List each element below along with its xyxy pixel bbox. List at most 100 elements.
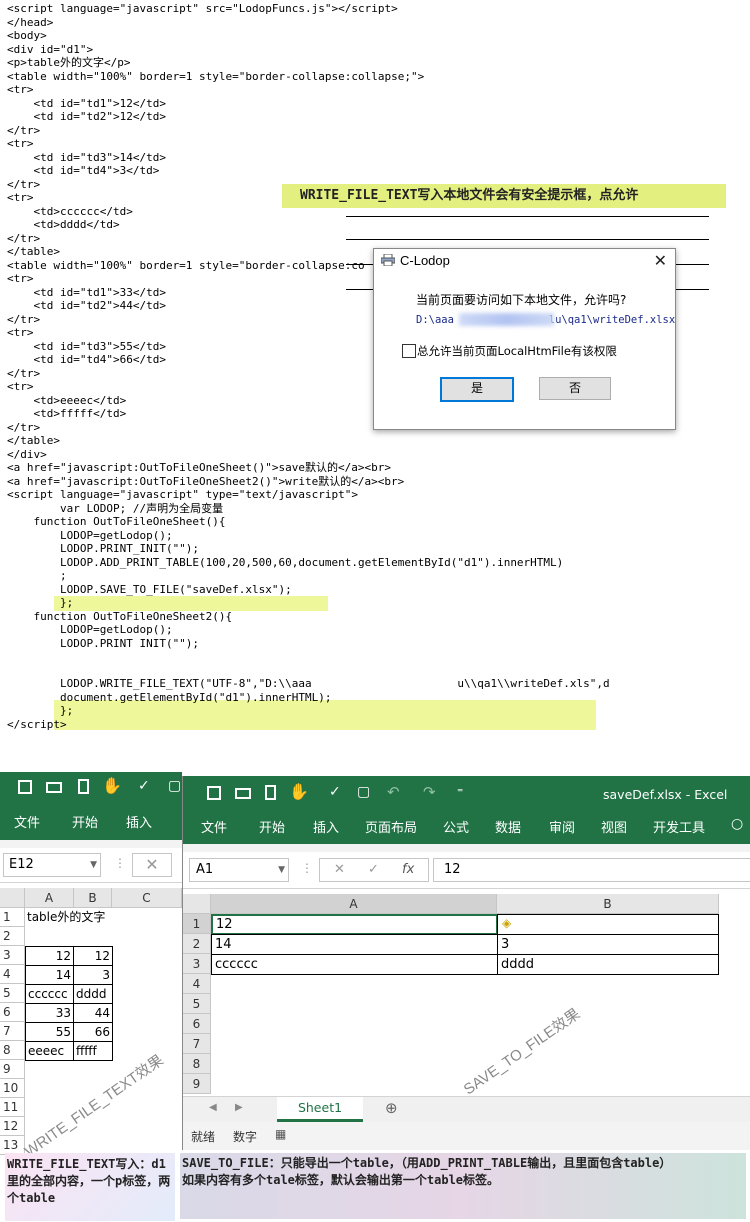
cell-b1[interactable]: ◈	[497, 914, 719, 935]
select-all-corner[interactable]	[0, 888, 25, 908]
row-header[interactable]: 8	[0, 1041, 25, 1060]
column-header[interactable]: B	[74, 888, 112, 908]
row-header[interactable]: 4	[0, 965, 25, 984]
cell-a3[interactable]: 12	[25, 946, 74, 966]
row-header[interactable]: 3	[183, 954, 211, 974]
tab-view[interactable]: 视图	[601, 817, 627, 836]
save-icon[interactable]	[18, 780, 32, 794]
row-header[interactable]: 7	[0, 1022, 25, 1041]
sheet-tab-sheet1[interactable]: Sheet1	[277, 1097, 363, 1122]
save-icon[interactable]	[207, 786, 221, 800]
tab-developer[interactable]: 开发工具	[653, 817, 705, 836]
row-header[interactable]: 4	[183, 974, 211, 994]
cell-b6[interactable]: 44	[73, 1003, 113, 1023]
tab-formulas[interactable]: 公式	[443, 817, 469, 836]
tab-insert[interactable]: 插入	[313, 817, 339, 836]
cancel-icon[interactable]: ✕	[334, 859, 345, 881]
undo-icon[interactable]: ↶	[387, 783, 400, 801]
touch-icon[interactable]: ✋	[289, 782, 309, 801]
cell-a5[interactable]: cccccc	[25, 984, 74, 1004]
tab-review[interactable]: 审阅	[549, 817, 575, 836]
warning-icon[interactable]: ◈	[502, 916, 511, 930]
row-header[interactable]: 2	[0, 927, 25, 946]
tab-home[interactable]: 开始	[259, 817, 285, 836]
sheet-tabs-bar: ◀ ▶ Sheet1 ⊕	[183, 1096, 750, 1123]
tab-file[interactable]: 文件	[201, 817, 227, 836]
cell-b2[interactable]: 3	[497, 934, 719, 955]
row-header[interactable]: 10	[0, 1079, 25, 1098]
tab-data[interactable]: 数据	[495, 817, 521, 836]
tab-home[interactable]: 开始	[72, 812, 98, 831]
cell-b8[interactable]: fffff	[73, 1041, 113, 1061]
row-header[interactable]: 2	[183, 934, 211, 954]
row-header[interactable]: 9	[183, 1074, 211, 1094]
quick-access-toolbar: ✋ ✓ ▢	[0, 772, 182, 804]
enter-icon[interactable]: ✓	[368, 859, 379, 881]
cell-a8[interactable]: eeeec	[25, 1041, 74, 1061]
cell-a2[interactable]: 14	[211, 934, 498, 955]
cell-b3[interactable]: dddd	[497, 954, 719, 975]
row-header[interactable]: 3	[0, 946, 25, 965]
always-allow-checkbox[interactable]	[402, 344, 416, 358]
name-box[interactable]: E12 ▼	[3, 853, 101, 877]
row-header[interactable]: 9	[0, 1060, 25, 1079]
open-icon[interactable]	[46, 782, 62, 793]
touch-icon[interactable]: ✋	[102, 776, 122, 795]
cell-a1[interactable]: 12	[211, 914, 498, 935]
open-icon[interactable]	[235, 788, 251, 799]
row-header[interactable]: 5	[183, 994, 211, 1014]
new-icon[interactable]	[78, 779, 89, 794]
yes-button[interactable]: 是	[440, 377, 514, 402]
sheet-tab-label: Sheet1	[297, 1100, 343, 1115]
blurred-path-segment	[459, 313, 554, 326]
tab-file[interactable]: 文件	[14, 812, 40, 831]
cell-a4[interactable]: 14	[25, 965, 74, 985]
add-sheet-icon[interactable]: ⊕	[385, 1099, 398, 1117]
row-header[interactable]: 1	[183, 914, 211, 934]
scroll-right-icon[interactable]: ▶	[235, 1102, 243, 1113]
row-header[interactable]: 5	[0, 984, 25, 1003]
tab-insert[interactable]: 插入	[126, 812, 152, 831]
code-line: </head>	[7, 15, 54, 29]
formula-input[interactable]: 12	[433, 858, 750, 882]
row-header[interactable]: 1	[0, 908, 25, 927]
dialog-titlebar: C-Lodop ✕	[374, 249, 675, 273]
function-icon[interactable]: fx	[402, 859, 414, 881]
customize-icon[interactable]: ⁼	[457, 785, 463, 799]
row-header[interactable]: 11	[0, 1098, 25, 1117]
column-header[interactable]: C	[112, 888, 182, 908]
row-header[interactable]: 7	[183, 1034, 211, 1054]
row-header[interactable]: 6	[183, 1014, 211, 1034]
cell-a3[interactable]: cccccc	[211, 954, 498, 975]
lightbulb-icon[interactable]: ○	[731, 816, 743, 832]
spellcheck-icon[interactable]: ✓	[329, 784, 341, 800]
cell-a1[interactable]: table外的文字	[27, 908, 177, 927]
code-line: </tr>	[7, 123, 41, 137]
cancel-icon[interactable]: ✕	[132, 853, 172, 877]
close-icon[interactable]: ✕	[654, 251, 667, 271]
preview-icon[interactable]: ▢	[357, 784, 370, 800]
column-header[interactable]: B	[497, 894, 719, 914]
spellcheck-icon[interactable]: ✓	[138, 778, 150, 794]
row-header[interactable]: 8	[183, 1054, 211, 1074]
new-icon[interactable]	[265, 785, 276, 800]
row-header[interactable]: 6	[0, 1003, 25, 1022]
cell-b5[interactable]: dddd	[73, 984, 113, 1004]
row-header[interactable]: 12	[0, 1117, 25, 1136]
column-header[interactable]: A	[211, 894, 497, 914]
cell-a7[interactable]: 55	[25, 1022, 74, 1042]
tab-page-layout[interactable]: 页面布局	[365, 817, 417, 836]
macro-record-icon[interactable]: ▦	[275, 1127, 286, 1141]
name-box[interactable]: A1 ▼	[189, 858, 289, 882]
scroll-left-icon[interactable]: ◀	[209, 1102, 217, 1113]
redo-icon[interactable]: ↷	[423, 783, 436, 801]
cell-a6[interactable]: 33	[25, 1003, 74, 1023]
select-all-corner[interactable]	[183, 894, 211, 914]
cell-b3[interactable]: 12	[73, 946, 113, 966]
cell-b4[interactable]: 3	[73, 965, 113, 985]
no-button[interactable]: 否	[539, 377, 611, 400]
cell-b7[interactable]: 66	[73, 1022, 113, 1042]
column-header[interactable]: A	[25, 888, 74, 908]
preview-icon[interactable]: ▢	[168, 778, 181, 794]
code-line: </table>	[7, 245, 60, 258]
